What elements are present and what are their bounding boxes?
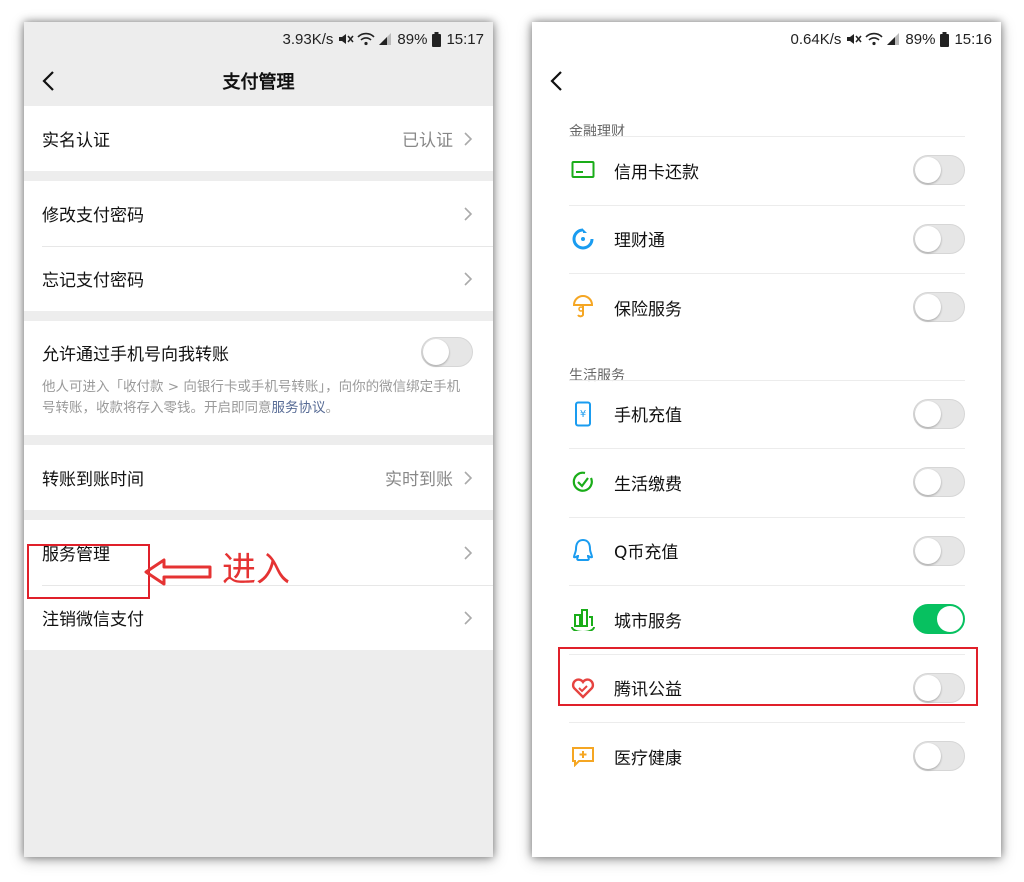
arrow-left-icon: [144, 558, 212, 586]
city-service-icon: [569, 605, 597, 633]
arrival-time-label: 转账到账时间: [42, 470, 144, 490]
change-password-label: 修改支付密码: [42, 206, 144, 226]
chevron-right-icon: [464, 271, 473, 286]
nav-bar: [532, 56, 1001, 106]
section-title-life: 生活服务: [569, 367, 625, 384]
service-label: 信用卡还款: [614, 162, 699, 183]
close-pay-label: 注销微信支付: [42, 610, 144, 630]
signal-icon: [379, 33, 392, 45]
insurance-toggle[interactable]: [913, 292, 965, 323]
service-label: 医疗健康: [614, 748, 682, 769]
medical-icon: [569, 742, 597, 770]
chevron-right-icon: [464, 470, 473, 485]
signal-icon: [887, 33, 900, 45]
city-service-highlight: [558, 647, 978, 706]
realname-status: 已认证: [402, 131, 453, 151]
phone-recharge-toggle[interactable]: [913, 398, 965, 429]
svg-text:¥: ¥: [580, 409, 586, 420]
forgot-password-label: 忘记支付密码: [42, 271, 144, 291]
battery-icon: [432, 31, 442, 47]
realname-group: 实名认证 已认证: [24, 106, 493, 171]
service-item-credit-card[interactable]: 信用卡还款: [569, 136, 965, 205]
service-label: 生活缴费: [614, 474, 682, 495]
mute-icon: [847, 34, 862, 44]
password-group: 修改支付密码 忘记支付密码: [24, 181, 493, 311]
service-item-city-service[interactable]: 城市服务: [569, 585, 965, 654]
service-agreement-link[interactable]: 服务协议: [272, 400, 326, 416]
credit-card-toggle[interactable]: [913, 155, 965, 186]
wealth-icon: [569, 225, 597, 253]
service-item-medical[interactable]: 医疗健康: [569, 722, 965, 791]
insurance-icon: [569, 293, 597, 321]
chevron-right-icon: [464, 545, 473, 560]
phone-transfer-toggle[interactable]: [421, 337, 473, 367]
enter-annotation: 进入: [222, 550, 290, 590]
battery-level: 89%: [397, 30, 428, 48]
phone-transfer-row: 允许通过手机号向我转账 他人可进入「收付款 > 向银行卡或手机号转账」，向你的微…: [24, 321, 493, 435]
chevron-right-icon: [464, 131, 473, 146]
clock: 15:16: [954, 30, 992, 48]
chevron-right-icon: [464, 206, 473, 221]
battery-icon: [940, 31, 950, 47]
description-end: 。: [325, 400, 340, 416]
service-label: 保险服务: [614, 299, 682, 320]
qq-coin-toggle[interactable]: [913, 535, 965, 566]
page-title: 支付管理: [222, 72, 295, 93]
network-speed: 0.64K/s: [790, 30, 842, 48]
description-text: 他人可进入「收付款 > 向银行卡或手机号转账」，向你的微信绑定手机号转账，收款将…: [42, 379, 461, 416]
clock: 15:17: [446, 30, 484, 48]
service-item-qq-coin[interactable]: Q币充值: [569, 516, 965, 586]
realname-row[interactable]: 实名认证 已认证: [24, 106, 493, 171]
service-label: 理财通: [614, 231, 665, 252]
service-item-insurance[interactable]: 保险服务: [569, 273, 965, 342]
phone-recharge-icon: ¥: [569, 400, 597, 428]
service-item-phone-recharge[interactable]: ¥ 手机充值: [569, 379, 965, 449]
service-label: Q币充值: [614, 543, 679, 564]
change-password-row[interactable]: 修改支付密码: [24, 181, 493, 246]
section-title-finance: 金融理财: [569, 124, 625, 140]
wealth-toggle[interactable]: [913, 223, 965, 254]
finance-list: 信用卡还款 理财通 保险服务: [569, 136, 965, 342]
wifi-icon: [865, 32, 884, 46]
network-speed: 3.93K/s: [282, 30, 334, 48]
wifi-icon: [357, 32, 376, 46]
right-screen: 0.64K/s 89% 15:16 金融理财 信用卡还款 理财通 保险服务 生活…: [532, 22, 1001, 857]
forgot-password-row[interactable]: 忘记支付密码: [24, 246, 493, 311]
left-screen: 3.93K/s 89% 15:17 支付管理 实名认证 已认证 修改支付密码 忘…: [24, 22, 493, 857]
battery-level: 89%: [905, 30, 936, 48]
service-label: 手机充值: [614, 406, 682, 427]
qq-coin-icon: [569, 537, 597, 565]
city-service-toggle[interactable]: [913, 604, 965, 635]
credit-card-icon: [569, 156, 597, 184]
medical-toggle[interactable]: [913, 741, 965, 772]
realname-label: 实名认证: [42, 131, 110, 151]
back-arrow-icon[interactable]: [38, 68, 62, 94]
status-bar: 0.64K/s 89% 15:16: [532, 22, 1001, 56]
back-arrow-icon[interactable]: [546, 68, 570, 94]
service-item-utility-payment[interactable]: 生活缴费: [569, 448, 965, 517]
service-item-wealth[interactable]: 理财通: [569, 204, 965, 274]
utility-payment-toggle[interactable]: [913, 467, 965, 498]
mute-icon: [339, 34, 354, 44]
utility-payment-icon: [569, 468, 597, 496]
chevron-right-icon: [464, 610, 473, 625]
life-list: ¥ 手机充值 生活缴费 Q币充值 城市服务 腾讯公益 医疗健康: [569, 379, 965, 791]
arrival-time-group: 转账到账时间 实时到账: [24, 445, 493, 510]
phone-transfer-group: 允许通过手机号向我转账 他人可进入「收付款 > 向银行卡或手机号转账」，向你的微…: [24, 321, 493, 435]
nav-bar: 支付管理: [24, 56, 493, 106]
arrival-time-row[interactable]: 转账到账时间 实时到账: [24, 445, 493, 510]
phone-transfer-description: 他人可进入「收付款 > 向银行卡或手机号转账」，向你的微信绑定手机号转账，收款将…: [42, 377, 473, 419]
service-manage-highlight: [27, 544, 150, 599]
arrival-time-value: 实时到账: [385, 470, 453, 490]
service-label: 城市服务: [614, 611, 682, 632]
phone-transfer-label: 允许通过手机号向我转账: [42, 344, 229, 365]
status-bar: 3.93K/s 89% 15:17: [24, 22, 493, 56]
